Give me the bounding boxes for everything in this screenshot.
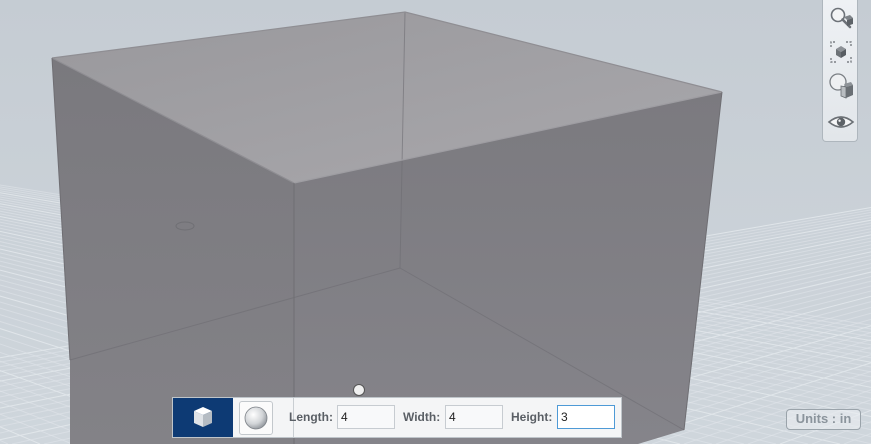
zoom-icon[interactable]	[826, 4, 856, 32]
length-input[interactable]	[337, 405, 395, 429]
drag-handle[interactable]	[353, 384, 365, 396]
visibility-eye-icon[interactable]	[826, 108, 856, 136]
perspective-icon[interactable]	[826, 72, 856, 100]
box-shape-button[interactable]	[173, 398, 233, 437]
length-label: Length:	[289, 410, 333, 424]
fit-to-view-icon[interactable]	[826, 38, 856, 66]
sphere-shape-icon	[239, 401, 273, 435]
width-input[interactable]	[445, 405, 503, 429]
units-button[interactable]: Units : in	[786, 409, 861, 430]
box-shape-icon	[187, 401, 219, 433]
scene-canvas[interactable]	[0, 0, 871, 444]
height-input[interactable]	[557, 405, 615, 429]
view-toolbar	[822, 0, 858, 142]
width-label: Width:	[403, 410, 441, 424]
3d-viewport[interactable]	[0, 0, 871, 444]
box-primitive[interactable]	[51, 11, 723, 444]
primitive-panel: Length: Width: Height:	[172, 397, 622, 438]
sphere-shape-button[interactable]	[233, 398, 294, 437]
height-label: Height:	[511, 410, 553, 424]
